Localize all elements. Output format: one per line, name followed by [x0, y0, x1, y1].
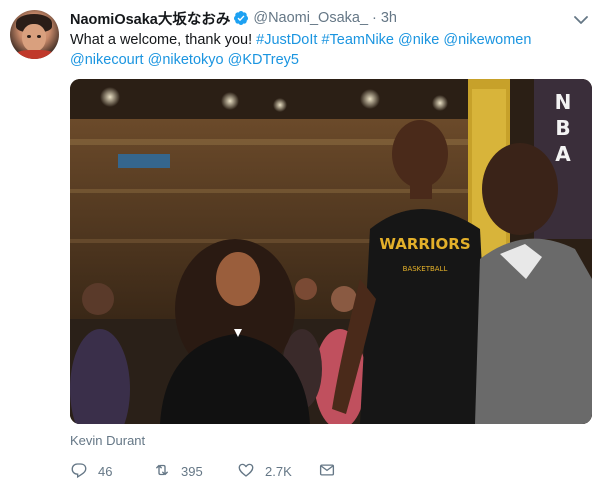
jersey-subtext: BASKETBALL	[403, 265, 448, 273]
verified-badge-icon	[233, 10, 249, 26]
mention-kdtrey5[interactable]: @KDTrey5	[228, 52, 299, 68]
tweet: NaomiOsaka大坂なおみ @Naomi_Osaka_ · 3h What …	[0, 0, 600, 486]
hashtag-teamnike[interactable]: #TeamNike	[321, 32, 394, 48]
reply-icon	[70, 461, 88, 482]
tweet-actions: 46 395 2.7K	[70, 460, 370, 482]
avatar[interactable]	[10, 10, 59, 59]
tweet-photo[interactable]: N B A WARRIORS BASKETBALL	[70, 79, 592, 424]
like-icon	[237, 461, 255, 482]
reply-count: 46	[98, 463, 113, 479]
mention-niketokyo[interactable]: @niketokyo	[148, 52, 224, 68]
retweet-button[interactable]: 395	[153, 460, 203, 482]
tweet-header: NaomiOsaka大坂なおみ @Naomi_Osaka_ · 3h	[70, 8, 397, 29]
like-count: 2.7K	[265, 463, 292, 479]
separator: ·	[372, 10, 377, 26]
direct-message-icon	[318, 461, 336, 482]
tweet-text: What a welcome, thank you! #JustDoIt #Te…	[70, 30, 580, 70]
retweet-count: 395	[181, 463, 203, 479]
handle[interactable]: @Naomi_Osaka_	[253, 10, 368, 26]
hashtag-justdoit[interactable]: #JustDoIt	[256, 32, 317, 48]
reply-button[interactable]: 46	[70, 460, 112, 482]
direct-message-button[interactable]	[318, 460, 336, 482]
svg-text:A: A	[555, 142, 571, 166]
retweet-icon	[153, 461, 171, 482]
svg-text:B: B	[555, 116, 570, 140]
banner-n: N	[555, 90, 572, 114]
display-name[interactable]: NaomiOsaka大坂なおみ	[70, 8, 230, 29]
chevron-down-icon[interactable]	[574, 12, 588, 24]
mention-nikewomen[interactable]: @nikewomen	[443, 32, 531, 48]
mention-nike[interactable]: @nike	[398, 32, 439, 48]
timestamp[interactable]: 3h	[381, 10, 397, 26]
text-segment: What a welcome, thank you!	[70, 32, 257, 48]
mention-nikecourt[interactable]: @nikecourt	[70, 52, 144, 68]
jersey-text: WARRIORS	[379, 235, 470, 253]
like-button[interactable]: 2.7K	[237, 460, 292, 482]
media-caption[interactable]: Kevin Durant	[70, 433, 145, 448]
